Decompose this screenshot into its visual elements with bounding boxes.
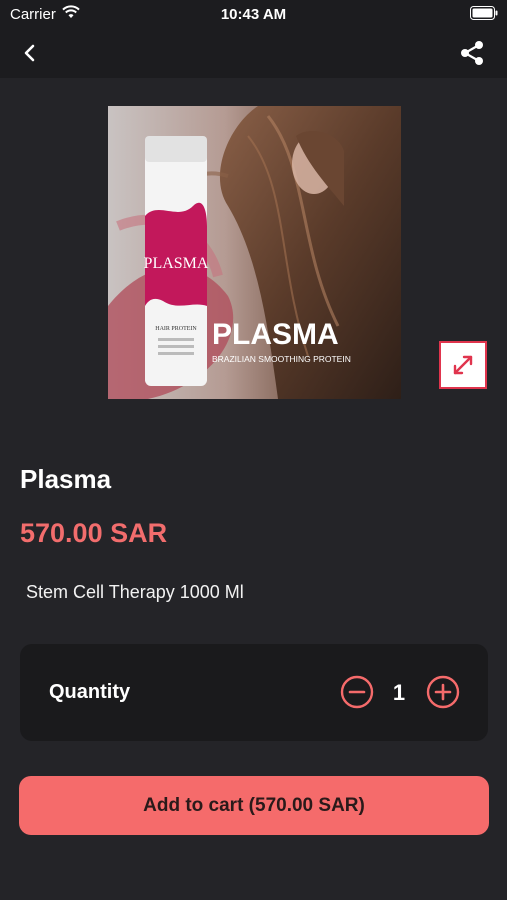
status-time: 10:43 AM [220,6,287,23]
product-image[interactable]: PLASMA HAIR PROTEIN PLASMA BRAZILIAN SMO… [108,106,401,399]
product-name: Plasma [20,464,112,494]
product-photo: PLASMA HAIR PROTEIN PLASMA BRAZILIAN SMO… [108,106,401,399]
decrease-quantity-button[interactable] [340,675,374,709]
bottle-label: PLASMA [144,255,209,272]
add-to-cart-button[interactable]: Add to cart (570.00 SAR) [19,776,489,835]
expand-icon [453,355,473,375]
expand-image-button[interactable] [439,341,487,389]
quantity-card: Quantity 1 [20,644,488,741]
product-price: 570.00 SAR [20,518,168,548]
image-subtitle: BRAZILIAN SMOOTHING PROTEIN [212,354,351,364]
back-button[interactable] [18,41,42,65]
image-title: PLASMA [212,318,339,351]
share-icon[interactable] [458,39,486,67]
quantity-value: 1 [392,680,406,705]
product-description: Stem Cell Therapy 1000 Ml [26,582,244,602]
status-bar: Carrier 10:43 AM [0,0,507,28]
quantity-label: Quantity [49,681,131,703]
increase-quantity-button[interactable] [426,675,460,709]
bottle-caption: HAIR PROTEIN [155,326,197,332]
battery-icon [470,6,498,20]
navigation-bar [0,28,507,78]
